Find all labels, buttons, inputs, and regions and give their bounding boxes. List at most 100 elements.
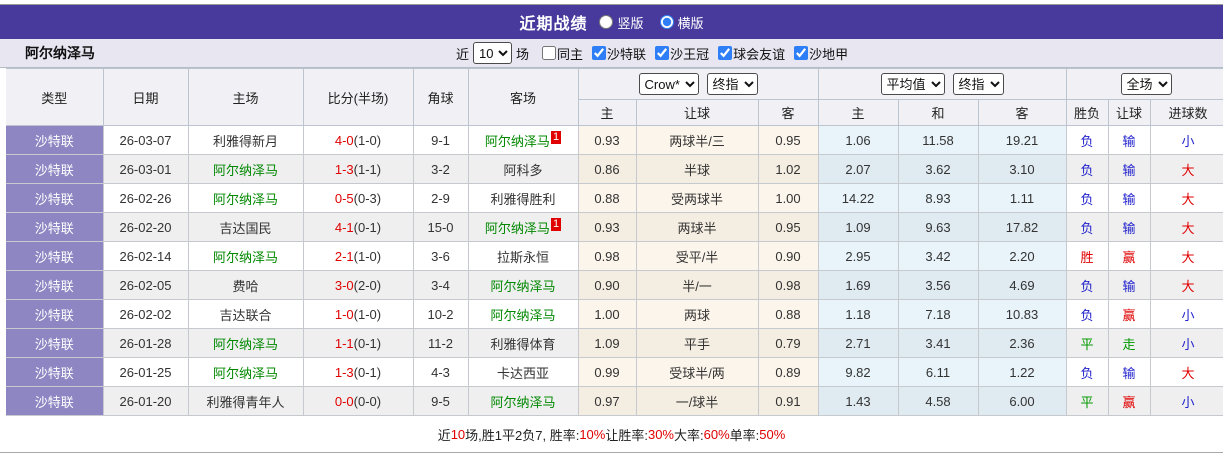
team-name: 利雅得青年人 (206, 394, 285, 410)
match-count-select[interactable]: 10 (473, 42, 513, 64)
cell-avg-away: 17.82 (977, 212, 1067, 242)
score-fulltime: 0-5 (334, 190, 354, 206)
cell-result: 平 (1065, 386, 1109, 416)
league-filter-checkbox-2[interactable] (655, 46, 670, 60)
cell-odds-away: 0.89 (757, 357, 819, 387)
cell-score: 4-0(1-0) (302, 125, 414, 155)
league-filter-checkbox-1[interactable] (592, 46, 607, 60)
cell-handicap: 平手 (635, 328, 759, 358)
cell-home-team: 阿尔纳泽马 (187, 241, 304, 271)
league-filter-item[interactable]: 同主 (533, 44, 583, 63)
cell-home-team: 阿尔纳泽马 (187, 357, 304, 387)
cell-handicap: 两球 (635, 299, 759, 329)
cell-odds-away: 0.95 (757, 212, 819, 242)
team-name: 阿科多 (503, 162, 543, 178)
cell-date: 26-02-26 (102, 183, 189, 213)
layout-radio-0[interactable] (599, 15, 614, 29)
layout-radio-item[interactable]: 横版 (659, 13, 704, 32)
cell-avg-home: 14.22 (817, 183, 899, 213)
team-bar: 阿尔纳泽马 近 10 场 同主 沙特联 沙王冠 球会友谊 沙地甲 (0, 39, 1223, 68)
cell-score: 2-1(1-0) (302, 241, 414, 271)
cell-odds-home: 0.98 (577, 241, 637, 271)
score-halftime: (0-1) (353, 219, 382, 235)
cell-avg-draw: 7.18 (897, 299, 979, 329)
league-filter-label: 沙地甲 (809, 46, 849, 62)
cell-handicap-result: 输 (1107, 154, 1151, 184)
header-home: 主场 (187, 68, 304, 126)
cell-avg-home: 2.07 (817, 154, 899, 184)
league-filter-item[interactable]: 沙特联 (583, 44, 646, 63)
cell-score: 1-3(0-1) (302, 357, 414, 387)
cell-corners: 11-2 (412, 328, 469, 358)
layout-radio-1[interactable] (659, 15, 674, 29)
cell-corners: 2-9 (412, 183, 469, 213)
cell-home-team: 吉达联合 (187, 299, 304, 329)
cell-odds-away: 1.02 (757, 154, 819, 184)
cell-home-team: 阿尔纳泽马 (187, 154, 304, 184)
summary-line: 近 10 场,胜1平2负7, 胜率: 10% 让胜率: 30% 大率: 60% 单率: 50… (0, 416, 1223, 453)
summary-text: 场,胜1平2负7, 胜率: (465, 427, 580, 443)
cell-home-team: 吉达国民 (187, 212, 304, 242)
cell-handicap-result: 走 (1107, 328, 1151, 358)
header-score: 比分(半场) (302, 68, 414, 126)
cell-result: 负 (1065, 357, 1109, 387)
cell-league: 沙特联 (0, 328, 104, 358)
team-name-heading: 阿尔纳泽马 (25, 45, 95, 61)
cell-away-team: 拉斯永恒 (467, 241, 579, 271)
odds-type-select[interactable]: 终指 (706, 73, 758, 95)
cell-avg-draw: 11.58 (897, 125, 979, 155)
avg-select[interactable]: 平均值 (880, 73, 945, 95)
league-filter-checkbox-0[interactable] (542, 46, 557, 60)
cell-corners: 3-2 (412, 154, 469, 184)
rank-badge: 1 (550, 217, 562, 231)
team-name: 阿尔纳泽马 (490, 307, 556, 323)
team-name: 利雅得新月 (212, 133, 278, 149)
score-fulltime: 0-0 (334, 393, 354, 409)
header-row-top: 类型 日期 主场 比分(半场) 角球 客场 Crow* 终指 平均值 终指 全场 (0, 68, 1223, 126)
cell-home-team: 利雅得新月 (187, 125, 304, 155)
subheader-handicap: 让球 (635, 99, 759, 126)
cell-avg-home: 1.18 (817, 299, 899, 329)
cell-avg-home: 1.09 (817, 212, 899, 242)
cell-handicap: 半/一 (635, 270, 759, 300)
cell-date: 26-02-20 (102, 212, 189, 242)
page-title: 近期战绩 (519, 16, 588, 33)
league-filter-item[interactable]: 沙王冠 (646, 44, 709, 63)
score-halftime: (1-1) (353, 161, 382, 177)
team-name: 阿尔纳泽马 (484, 133, 550, 149)
cell-handicap-result: 输 (1107, 183, 1151, 213)
league-filter-item[interactable]: 沙地甲 (785, 44, 848, 63)
league-checkbox-group: 同主 沙特联 沙王冠 球会友谊 沙地甲 (533, 44, 848, 63)
layout-radio-item[interactable]: 竖版 (599, 13, 644, 32)
odds-controls-cell: Crow* 终指 (577, 68, 819, 100)
cell-away-team: 阿尔纳泽马 (467, 270, 579, 300)
cell-score: 1-1(0-1) (302, 328, 414, 358)
cell-result: 负 (1065, 212, 1109, 242)
cell-avg-draw: 3.41 (897, 328, 979, 358)
avg-type-select[interactable]: 终指 (952, 73, 1004, 95)
team-name: 阿尔纳泽马 (212, 162, 278, 178)
cell-date: 26-03-01 (102, 154, 189, 184)
cell-odds-home: 0.86 (577, 154, 637, 184)
league-filter-label: 同主 (557, 46, 584, 62)
cell-odds-home: 0.99 (577, 357, 637, 387)
cell-corners: 3-6 (412, 241, 469, 271)
team-name: 利雅得胜利 (490, 191, 556, 207)
cell-league: 沙特联 (0, 212, 104, 242)
cell-odds-home: 0.93 (577, 125, 637, 155)
team-name: 阿尔纳泽马 (212, 249, 278, 265)
cell-corners: 10-2 (412, 299, 469, 329)
team-name: 吉达联合 (219, 307, 272, 323)
scope-controls-cell: 全场 (1065, 68, 1223, 100)
odds-provider-select[interactable]: Crow* (638, 73, 699, 95)
cell-home-team: 费哈 (187, 270, 304, 300)
score-fulltime: 1-1 (334, 335, 354, 351)
league-filter-item[interactable]: 球会友谊 (709, 44, 785, 63)
cell-avg-draw: 6.11 (897, 357, 979, 387)
team-name: 阿尔纳泽马 (490, 394, 556, 410)
table-row: 沙特联 26-03-01 阿尔纳泽马 1-3(1-1) 3-2 阿科多 0.86 半球 1.02… (0, 154, 1223, 184)
league-filter-checkbox-3[interactable] (718, 46, 733, 60)
cell-away-team: 阿尔纳泽马 (467, 386, 579, 416)
scope-select[interactable]: 全场 (1120, 73, 1172, 95)
league-filter-checkbox-4[interactable] (794, 46, 809, 60)
